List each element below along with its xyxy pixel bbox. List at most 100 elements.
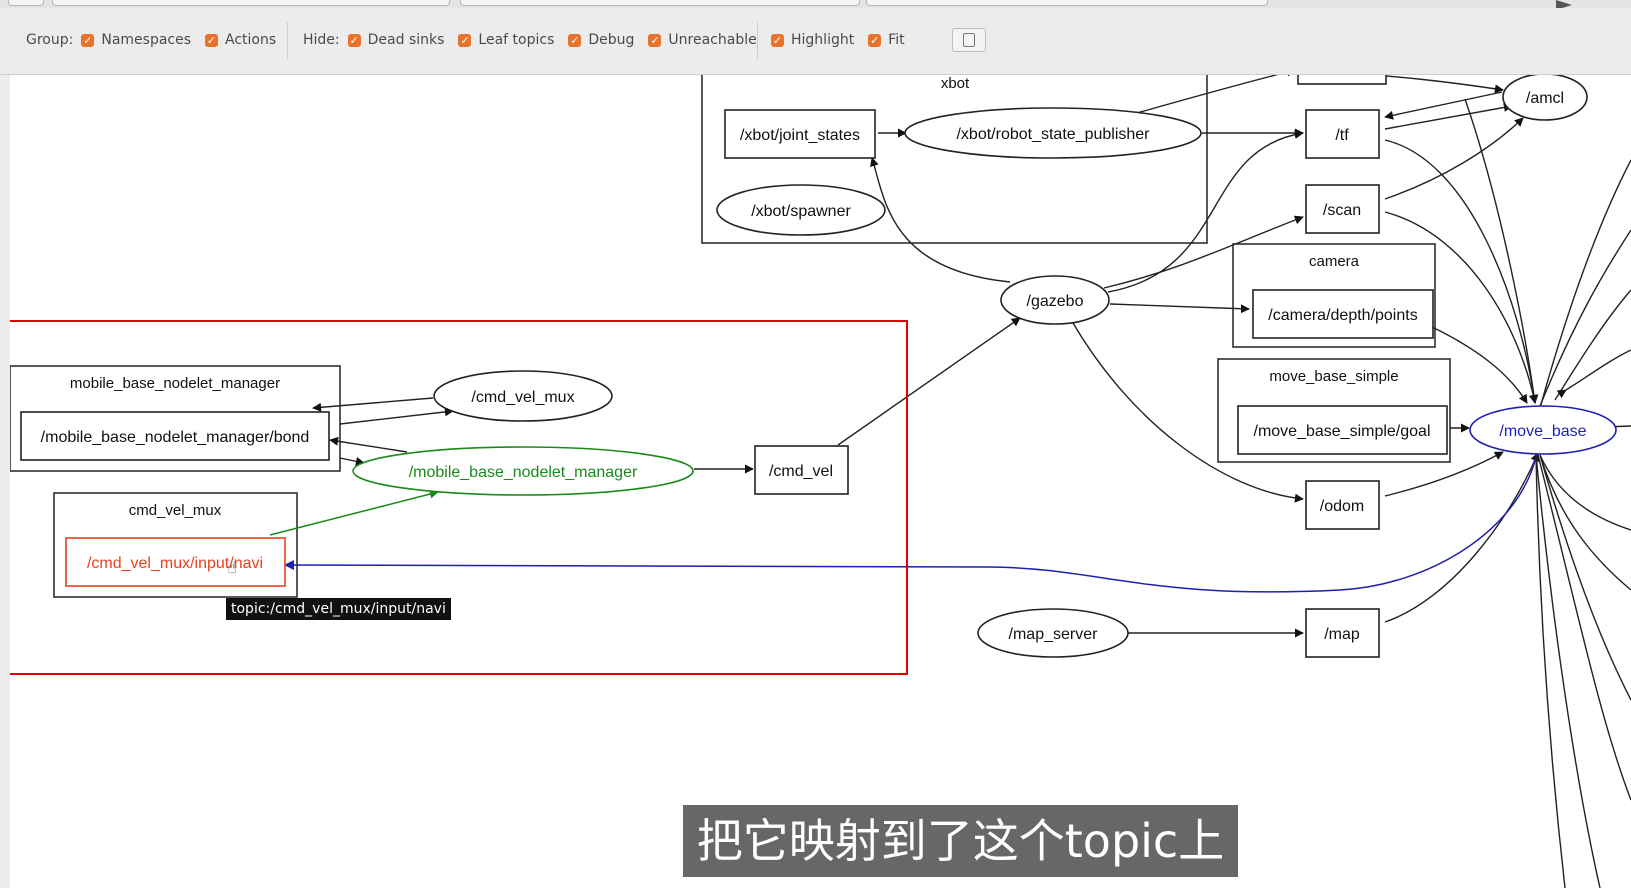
- edge-fan: [1539, 229, 1631, 407]
- graph-svg: xbot camera move_base_simple mobile_base…: [10, 75, 1631, 888]
- cluster-mbnm-label: mobile_base_nodelet_manager: [70, 375, 280, 392]
- top-control-1[interactable]: [8, 0, 44, 6]
- cluster-move-base-simple-label: move_base_simple: [1269, 368, 1398, 385]
- highlight-checkbox[interactable]: ✓: [771, 33, 784, 47]
- debug-checkbox[interactable]: ✓: [568, 33, 582, 47]
- edge-amcl-move-base: [1464, 98, 1539, 404]
- node-move-base[interactable]: /move_base: [1469, 405, 1617, 455]
- edge-gazebo-joint-states: [870, 157, 1011, 283]
- group-controls: Group: ✓ Namespaces ✓ Actions: [26, 32, 276, 48]
- node-cmd-vel-label: /cmd_vel: [769, 463, 833, 480]
- toolbar-divider: [287, 22, 288, 60]
- node-map-label: /map: [1324, 626, 1360, 643]
- highlight-label[interactable]: Highlight: [791, 32, 854, 48]
- node-map[interactable]: /map: [1305, 608, 1380, 658]
- edge-amcl-tf: [1384, 91, 1503, 120]
- edge-odom-move-base: [1384, 451, 1504, 497]
- topic-tooltip: topic:/cmd_vel_mux/input/navi: [226, 598, 451, 620]
- cluster-xbot-label: xbot: [941, 75, 970, 92]
- namespaces-checkbox[interactable]: ✓: [81, 33, 95, 47]
- node-scan[interactable]: /scan: [1305, 184, 1380, 234]
- fit-window-icon: [963, 33, 975, 47]
- node-move-base-label: /move_base: [1499, 423, 1586, 440]
- edge-rsp-up: [1136, 75, 1296, 114]
- edge-mux-bond: [312, 397, 434, 412]
- unreachable-label[interactable]: Unreachable: [668, 32, 756, 48]
- cluster-cmd-vel-mux-label: cmd_vel_mux: [129, 502, 222, 519]
- node-cmd-vel[interactable]: /cmd_vel: [754, 445, 849, 495]
- annotation-highlight-box: [10, 320, 908, 675]
- node-odom-label: /odom: [1320, 498, 1364, 515]
- node-partial-top[interactable]: [1297, 75, 1387, 85]
- node-goal-label: /move_base_simple/goal: [1254, 423, 1431, 440]
- edge-bond-mux: [339, 407, 454, 425]
- node-input-navi[interactable]: /cmd_vel_mux/input/navi: [65, 537, 286, 587]
- edge-gazebo-scan: [1103, 215, 1304, 289]
- leaf-topics-label[interactable]: Leaf topics: [478, 32, 554, 48]
- node-tf[interactable]: /tf: [1305, 109, 1380, 159]
- edge-tf-amcl: [1384, 103, 1513, 130]
- toolbar-divider: [757, 22, 758, 60]
- node-joint-states[interactable]: /xbot/joint_states: [724, 109, 876, 159]
- edge-fan: [1535, 454, 1566, 888]
- node-scan-label: /scan: [1323, 202, 1361, 219]
- node-camera-points[interactable]: /camera/depth/points: [1252, 289, 1434, 339]
- node-odom[interactable]: /odom: [1305, 480, 1380, 530]
- edge-points-move-base: [1429, 325, 1528, 404]
- edge-cmd-vel-gazebo: [837, 317, 1021, 446]
- edge-mbnm-bond: [329, 436, 408, 453]
- node-goal[interactable]: /move_base_simple/goal: [1237, 405, 1448, 455]
- top-controls-strip: [0, 0, 1631, 10]
- edge-fan: [1539, 454, 1631, 591]
- graph-toolbar: Group: ✓ Namespaces ✓ Actions Hide: ✓ De…: [0, 8, 1631, 75]
- node-amcl-label: /amcl: [1526, 90, 1564, 107]
- edge-bond-mbnm: [339, 456, 365, 466]
- top-control-3[interactable]: [460, 0, 860, 6]
- fit-in-view-button[interactable]: [952, 28, 986, 52]
- graph-canvas[interactable]: xbot camera move_base_simple mobile_base…: [10, 75, 1631, 888]
- hide-label: Hide:: [303, 32, 340, 48]
- dead-sinks-checkbox[interactable]: ✓: [347, 33, 361, 47]
- group-label: Group:: [26, 32, 74, 48]
- view-controls: ✓ Highlight ✓ Fit: [771, 32, 905, 48]
- debug-label[interactable]: Debug: [588, 32, 634, 48]
- node-spawner-label: /xbot/spawner: [751, 203, 851, 220]
- leaf-topics-checkbox[interactable]: ✓: [458, 33, 472, 47]
- node-cmd-vel-mux-label: /cmd_vel_mux: [471, 389, 574, 406]
- node-camera-points-label: /camera/depth/points: [1268, 307, 1417, 324]
- node-map-server[interactable]: /map_server: [977, 608, 1129, 658]
- node-spawner[interactable]: /xbot/spawner: [716, 184, 886, 236]
- edge-gazebo-points: [1109, 303, 1250, 314]
- node-joint-states-label: /xbot/joint_states: [740, 127, 860, 144]
- fit-label[interactable]: Fit: [888, 32, 904, 48]
- hand-pointer-icon: ☝: [227, 558, 237, 577]
- edge-map-move-base: [1384, 452, 1540, 623]
- edge-fan: [1539, 159, 1631, 409]
- actions-checkbox[interactable]: ✓: [205, 33, 219, 47]
- dead-sinks-label[interactable]: Dead sinks: [368, 32, 445, 48]
- node-gazebo[interactable]: /gazebo: [1000, 275, 1110, 325]
- namespaces-label[interactable]: Namespaces: [101, 32, 191, 48]
- top-control-2[interactable]: [52, 0, 450, 6]
- top-control-4[interactable]: [866, 0, 1268, 6]
- node-amcl[interactable]: /amcl: [1502, 75, 1588, 121]
- cluster-camera-label: camera: [1309, 253, 1360, 270]
- edge-navi-mbnm-highlight: [269, 489, 439, 536]
- edge-gazebo-tf: [1107, 129, 1304, 293]
- node-map-server-label: /map_server: [1009, 626, 1099, 643]
- video-subtitle: 把它映射到了这个topic上: [683, 805, 1238, 877]
- node-tf-label: /tf: [1335, 127, 1349, 144]
- unreachable-checkbox[interactable]: ✓: [648, 33, 662, 47]
- node-gazebo-label: /gazebo: [1027, 293, 1084, 310]
- edge-fan: [1537, 454, 1631, 801]
- edge-fan: [1556, 349, 1631, 399]
- actions-label[interactable]: Actions: [225, 32, 276, 48]
- node-rsp-label: /xbot/robot_state_publisher: [956, 126, 1150, 143]
- node-bond[interactable]: /mobile_base_nodelet_manager/bond: [20, 411, 330, 461]
- node-mobile-base-nodelet-manager[interactable]: /mobile_base_nodelet_manager: [352, 446, 694, 496]
- node-cmd-vel-mux[interactable]: /cmd_vel_mux: [433, 370, 613, 422]
- node-bond-label: /mobile_base_nodelet_manager/bond: [41, 429, 310, 446]
- edge-tf-move-base: [1384, 139, 1539, 404]
- fit-checkbox[interactable]: ✓: [868, 33, 882, 47]
- node-robot-state-publisher[interactable]: /xbot/robot_state_publisher: [904, 107, 1202, 159]
